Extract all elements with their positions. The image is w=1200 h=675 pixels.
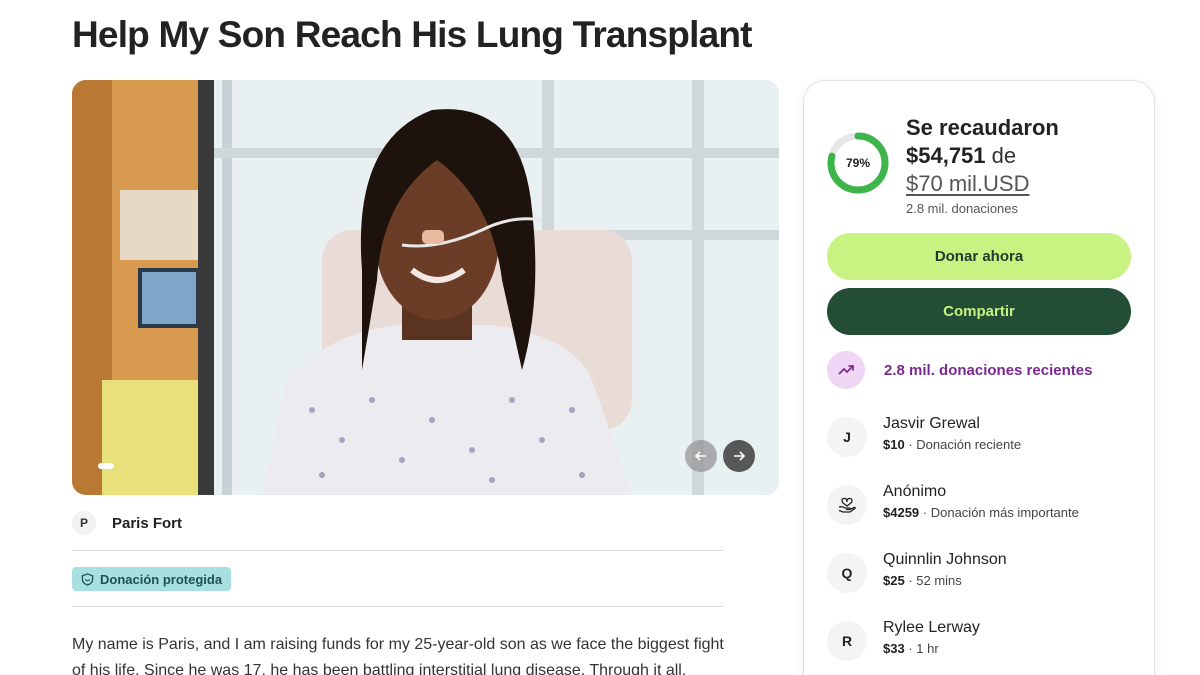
donor-detail: · 52 mins (908, 573, 962, 588)
donor-name: Anónimo (883, 483, 947, 500)
divider (72, 550, 724, 551)
divider (72, 606, 724, 607)
trending-up-icon (838, 365, 854, 375)
shield-icon (81, 572, 94, 586)
donor-detail: · Donación reciente (908, 437, 1022, 452)
donor-amount: $10 (883, 437, 905, 452)
donation-card: 79% Se recaudaron $54,751 de $70 mil.USD… (803, 80, 1155, 675)
carousel-dot-active[interactable] (98, 463, 114, 469)
arrow-right-icon (734, 451, 746, 461)
donor-avatar: R (827, 621, 867, 661)
raised-amount-line: $54,751 de (906, 143, 1016, 169)
raised-amount: $54,751 (906, 143, 986, 168)
donor-meta: $33 · 1 hr (883, 641, 980, 656)
heart-hand-icon (838, 497, 856, 513)
donor-avatar (827, 485, 867, 525)
donation-count: 2.8 mil. donaciones (906, 201, 1019, 216)
goal-amount[interactable]: $70 mil.USD (906, 171, 1029, 197)
donor-item[interactable]: R Rylee Lerway $33 · 1 hr (827, 618, 980, 661)
donor-item[interactable]: Q Quinnlin Johnson $25 · 52 mins (827, 550, 1007, 593)
donor-detail: · Donación más importante (922, 505, 1079, 520)
badge-label: Donación protegida (100, 571, 223, 587)
share-button[interactable]: Compartir (827, 288, 1131, 335)
donor-meta: $10 · Donación reciente (883, 437, 1021, 452)
page-title: Help My Son Reach His Lung Transplant (72, 14, 752, 55)
donor-name: Quinnlin Johnson (883, 551, 1007, 568)
recent-donations-label: 2.8 mil. donaciones recientes (884, 361, 1093, 379)
protected-donation-badge[interactable]: Donación protegida (72, 567, 232, 591)
donor-item[interactable]: J Jasvir Grewal $10 · Donación reciente (827, 414, 1021, 457)
donor-avatar: J (827, 417, 867, 457)
recent-donations-link[interactable]: 2.8 mil. donaciones recientes (827, 351, 1092, 389)
carousel-next-button[interactable] (723, 440, 755, 472)
donor-amount: $25 (883, 573, 905, 588)
progress-percent: 79% (845, 156, 871, 170)
campaign-story: My name is Paris, and I am raising funds… (72, 636, 724, 675)
donor-amount: $4259 (883, 505, 920, 520)
donor-meta: $25 · 52 mins (883, 573, 1007, 588)
trending-icon-container (827, 351, 865, 389)
donate-button[interactable]: Donar ahora (827, 233, 1131, 280)
arrow-left-icon (694, 451, 706, 461)
organizer[interactable]: P Paris Fort (72, 511, 182, 535)
campaign-photo-illustration (72, 80, 779, 495)
donor-amount: $33 (883, 641, 905, 656)
donor-name: Jasvir Grewal (883, 415, 980, 432)
organizer-name[interactable]: Paris Fort (112, 515, 182, 532)
donor-item[interactable]: Anónimo $4259 · Donación más importante (827, 482, 1079, 525)
carousel-dots[interactable] (98, 463, 114, 469)
donor-meta: $4259 · Donación más importante (883, 505, 1079, 520)
donor-avatar: Q (827, 553, 867, 593)
organizer-avatar: P (72, 511, 96, 535)
raised-connector: de (991, 143, 1017, 168)
donor-name: Rylee Lerway (883, 619, 980, 636)
raised-label: Se recaudaron (906, 115, 1059, 140)
campaign-photo[interactable] (72, 80, 779, 495)
donor-detail: · 1 hr (908, 641, 939, 656)
carousel-prev-button[interactable] (685, 440, 717, 472)
